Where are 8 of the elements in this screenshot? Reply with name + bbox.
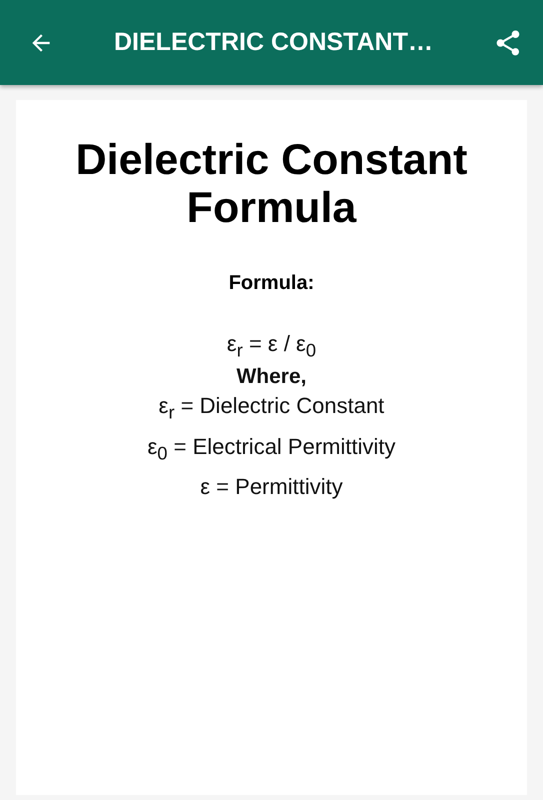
definition-text: ε$_{r}$ = Dielectric Constant (158, 392, 384, 425)
definition-text: ε = Permittivity (200, 473, 343, 502)
page-heading: Dielectric Constant Formula (74, 136, 468, 232)
formula-label: Formula: (228, 272, 314, 295)
app-bar-title: DIELECTRIC CONSTANT… (113, 28, 434, 57)
where-label: Where, (236, 365, 306, 390)
definition-text: ε$_{0}$ = Electrical Permittivity (147, 432, 396, 466)
formula-text: ε$_{r}$ = ε / ε$_{0}$ (226, 330, 316, 362)
